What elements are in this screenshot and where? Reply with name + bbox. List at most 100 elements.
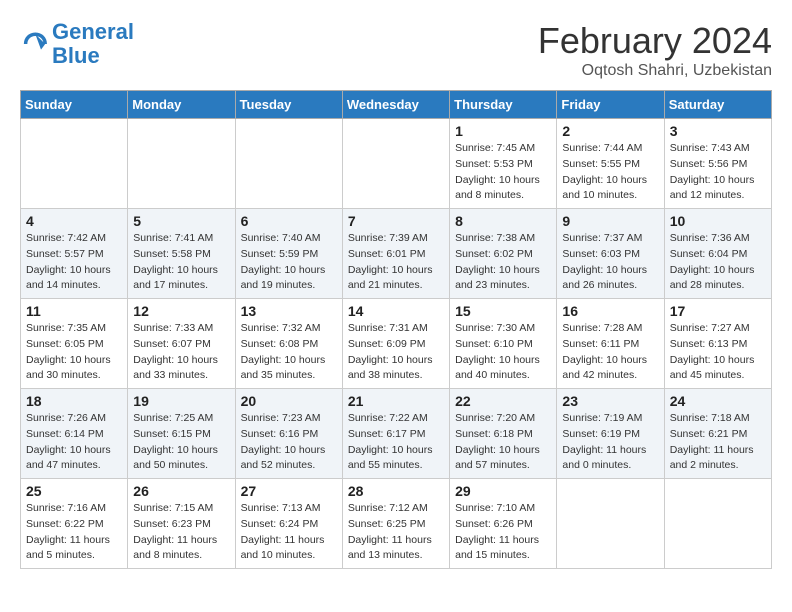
calendar-cell: 25Sunrise: 7:16 AMSunset: 6:22 PMDayligh… xyxy=(21,479,128,569)
day-info: Sunrise: 7:37 AMSunset: 6:03 PMDaylight:… xyxy=(562,231,658,294)
calendar-cell xyxy=(128,119,235,209)
day-info: Sunrise: 7:28 AMSunset: 6:11 PMDaylight:… xyxy=(562,321,658,384)
day-number: 13 xyxy=(241,303,337,319)
calendar-cell: 2 Sunrise: 7:44 AMSunset: 5:55 PMDaylight… xyxy=(557,119,664,209)
day-number: 14 xyxy=(348,303,444,319)
day-number: 10 xyxy=(670,213,766,229)
day-info: Sunrise: 7:13 AMSunset: 6:24 PMDaylight:… xyxy=(241,501,337,564)
day-info: Sunrise: 7:31 AMSunset: 6:09 PMDaylight:… xyxy=(348,321,444,384)
calendar-week-row: 4 Sunrise: 7:42 AMSunset: 5:57 PMDaylight… xyxy=(21,209,772,299)
day-info: Sunrise: 7:22 AMSunset: 6:17 PMDaylight:… xyxy=(348,411,444,474)
calendar-cell xyxy=(557,479,664,569)
calendar-day-header: Monday xyxy=(128,91,235,119)
day-info: Sunrise: 7:30 AMSunset: 6:10 PMDaylight:… xyxy=(455,321,551,384)
calendar-body: 1 Sunrise: 7:45 AMSunset: 5:53 PMDaylight… xyxy=(21,119,772,569)
day-info: Sunrise: 7:15 AMSunset: 6:23 PMDaylight:… xyxy=(133,501,229,564)
calendar-day-header: Sunday xyxy=(21,91,128,119)
calendar-cell: 20 Sunrise: 7:23 AMSunset: 6:16 PMDayligh… xyxy=(235,389,342,479)
day-info: Sunrise: 7:33 AMSunset: 6:07 PMDaylight:… xyxy=(133,321,229,384)
calendar-cell: 15Sunrise: 7:30 AMSunset: 6:10 PMDayligh… xyxy=(450,299,557,389)
day-number: 1 xyxy=(455,123,551,139)
day-info: Sunrise: 7:44 AMSunset: 5:55 PMDaylight:… xyxy=(562,141,658,204)
day-number: 4 xyxy=(26,213,122,229)
day-info: Sunrise: 7:18 AMSunset: 6:21 PMDaylight:… xyxy=(670,411,766,474)
calendar-cell: 17 Sunrise: 7:27 AMSunset: 6:13 PMDayligh… xyxy=(664,299,771,389)
day-info: Sunrise: 7:35 AMSunset: 6:05 PMDaylight:… xyxy=(26,321,122,384)
title-block: February 2024 Oqtosh Shahri, Uzbekistan xyxy=(538,20,772,80)
day-number: 8 xyxy=(455,213,551,229)
day-info: Sunrise: 7:12 AMSunset: 6:25 PMDaylight:… xyxy=(348,501,444,564)
calendar-cell: 14 Sunrise: 7:31 AMSunset: 6:09 PMDayligh… xyxy=(342,299,449,389)
day-number: 18 xyxy=(26,393,122,409)
calendar-cell: 29 Sunrise: 7:10 AMSunset: 6:26 PMDayligh… xyxy=(450,479,557,569)
day-number: 23 xyxy=(562,393,658,409)
calendar-cell: 1 Sunrise: 7:45 AMSunset: 5:53 PMDaylight… xyxy=(450,119,557,209)
day-info: Sunrise: 7:26 AMSunset: 6:14 PMDaylight:… xyxy=(26,411,122,474)
day-info: Sunrise: 7:43 AMSunset: 5:56 PMDaylight:… xyxy=(670,141,766,204)
calendar-cell: 4 Sunrise: 7:42 AMSunset: 5:57 PMDaylight… xyxy=(21,209,128,299)
day-number: 3 xyxy=(670,123,766,139)
calendar-cell: 8 Sunrise: 7:38 AMSunset: 6:02 PMDaylight… xyxy=(450,209,557,299)
calendar-cell: 7Sunrise: 7:39 AMSunset: 6:01 PMDaylight… xyxy=(342,209,449,299)
calendar-cell xyxy=(235,119,342,209)
day-number: 19 xyxy=(133,393,229,409)
day-number: 24 xyxy=(670,393,766,409)
calendar-cell: 28Sunrise: 7:12 AMSunset: 6:25 PMDayligh… xyxy=(342,479,449,569)
day-number: 12 xyxy=(133,303,229,319)
calendar-day-header: Friday xyxy=(557,91,664,119)
day-number: 22 xyxy=(455,393,551,409)
calendar-week-row: 1 Sunrise: 7:45 AMSunset: 5:53 PMDaylight… xyxy=(21,119,772,209)
calendar-cell: 21 Sunrise: 7:22 AMSunset: 6:17 PMDayligh… xyxy=(342,389,449,479)
calendar-day-header: Wednesday xyxy=(342,91,449,119)
day-info: Sunrise: 7:27 AMSunset: 6:13 PMDaylight:… xyxy=(670,321,766,384)
day-info: Sunrise: 7:32 AMSunset: 6:08 PMDaylight:… xyxy=(241,321,337,384)
day-info: Sunrise: 7:40 AMSunset: 5:59 PMDaylight:… xyxy=(241,231,337,294)
day-number: 9 xyxy=(562,213,658,229)
calendar-cell: 22Sunrise: 7:20 AMSunset: 6:18 PMDayligh… xyxy=(450,389,557,479)
calendar-cell xyxy=(21,119,128,209)
calendar-day-header: Tuesday xyxy=(235,91,342,119)
day-number: 20 xyxy=(241,393,337,409)
day-number: 25 xyxy=(26,483,122,499)
calendar-cell: 24 Sunrise: 7:18 AMSunset: 6:21 PMDayligh… xyxy=(664,389,771,479)
logo-icon xyxy=(20,30,48,58)
day-info: Sunrise: 7:25 AMSunset: 6:15 PMDaylight:… xyxy=(133,411,229,474)
calendar-cell: 18 Sunrise: 7:26 AMSunset: 6:14 PMDayligh… xyxy=(21,389,128,479)
page-title: February 2024 xyxy=(538,20,772,62)
calendar-cell: 26 Sunrise: 7:15 AMSunset: 6:23 PMDayligh… xyxy=(128,479,235,569)
day-number: 11 xyxy=(26,303,122,319)
day-number: 29 xyxy=(455,483,551,499)
logo: GeneralBlue xyxy=(20,20,134,68)
day-info: Sunrise: 7:42 AMSunset: 5:57 PMDaylight:… xyxy=(26,231,122,294)
calendar-cell: 11 Sunrise: 7:35 AMSunset: 6:05 PMDayligh… xyxy=(21,299,128,389)
day-info: Sunrise: 7:36 AMSunset: 6:04 PMDaylight:… xyxy=(670,231,766,294)
day-info: Sunrise: 7:10 AMSunset: 6:26 PMDaylight:… xyxy=(455,501,551,564)
calendar-week-row: 25Sunrise: 7:16 AMSunset: 6:22 PMDayligh… xyxy=(21,479,772,569)
calendar-cell: 27 Sunrise: 7:13 AMSunset: 6:24 PMDayligh… xyxy=(235,479,342,569)
calendar-cell: 13 Sunrise: 7:32 AMSunset: 6:08 PMDayligh… xyxy=(235,299,342,389)
day-number: 21 xyxy=(348,393,444,409)
day-info: Sunrise: 7:45 AMSunset: 5:53 PMDaylight:… xyxy=(455,141,551,204)
day-number: 2 xyxy=(562,123,658,139)
calendar-cell: 23Sunrise: 7:19 AMSunset: 6:19 PMDayligh… xyxy=(557,389,664,479)
calendar-week-row: 18 Sunrise: 7:26 AMSunset: 6:14 PMDayligh… xyxy=(21,389,772,479)
day-number: 6 xyxy=(241,213,337,229)
day-info: Sunrise: 7:41 AMSunset: 5:58 PMDaylight:… xyxy=(133,231,229,294)
calendar-table: SundayMondayTuesdayWednesdayThursdayFrid… xyxy=(20,90,772,569)
calendar-day-header: Saturday xyxy=(664,91,771,119)
calendar-week-row: 11 Sunrise: 7:35 AMSunset: 6:05 PMDayligh… xyxy=(21,299,772,389)
day-info: Sunrise: 7:23 AMSunset: 6:16 PMDaylight:… xyxy=(241,411,337,474)
calendar-cell xyxy=(664,479,771,569)
day-number: 27 xyxy=(241,483,337,499)
day-info: Sunrise: 7:38 AMSunset: 6:02 PMDaylight:… xyxy=(455,231,551,294)
calendar-cell xyxy=(342,119,449,209)
day-number: 26 xyxy=(133,483,229,499)
page-subtitle: Oqtosh Shahri, Uzbekistan xyxy=(538,62,772,80)
day-number: 17 xyxy=(670,303,766,319)
calendar-cell: 10 Sunrise: 7:36 AMSunset: 6:04 PMDayligh… xyxy=(664,209,771,299)
calendar-cell: 12 Sunrise: 7:33 AMSunset: 6:07 PMDayligh… xyxy=(128,299,235,389)
page-header: GeneralBlue February 2024 Oqtosh Shahri,… xyxy=(20,20,772,80)
calendar-day-header: Thursday xyxy=(450,91,557,119)
calendar-cell: 16Sunrise: 7:28 AMSunset: 6:11 PMDayligh… xyxy=(557,299,664,389)
calendar-cell: 19 Sunrise: 7:25 AMSunset: 6:15 PMDayligh… xyxy=(128,389,235,479)
